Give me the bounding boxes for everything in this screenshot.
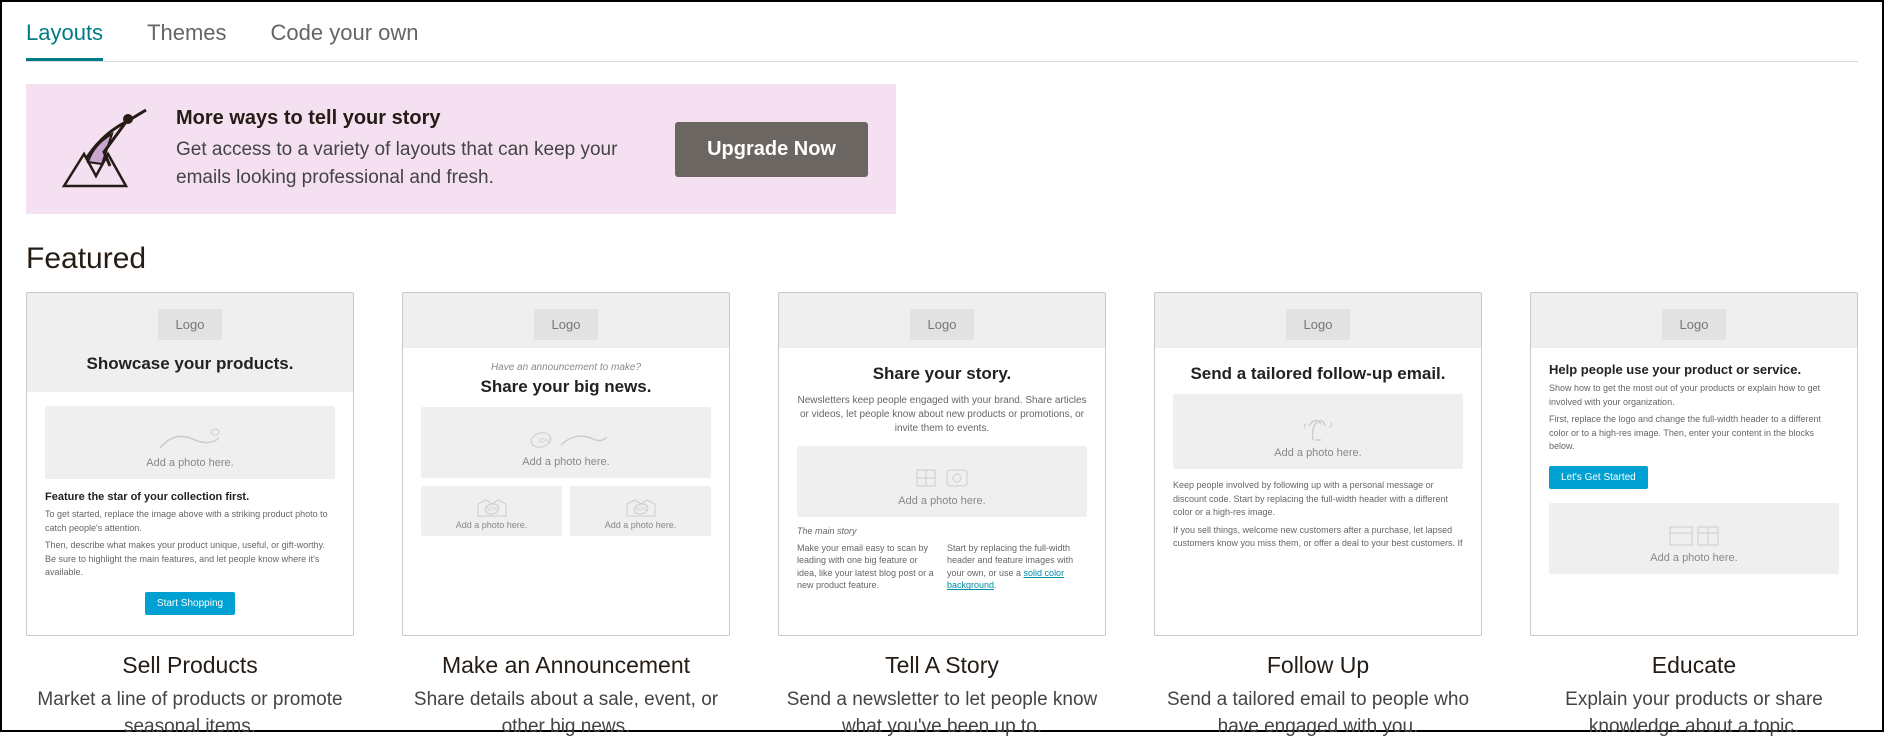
logo-placeholder: Logo [1286,309,1351,340]
thumb-sub: Newsletters keep people engaged with you… [797,394,1087,436]
layout-card-make-announcement: Logo Have an announcement to make? Share… [402,292,730,740]
tab-themes[interactable]: Themes [147,14,226,61]
thumb-p2: Then, describe what makes your product u… [45,539,335,580]
logo-placeholder: Logo [910,309,975,340]
thumb-col-head: The main story [797,525,937,538]
image-placeholder: Add a photo here. [797,446,1087,517]
tabs-bar: Layouts Themes Code your own [26,14,1858,62]
layout-card-sell-products: Logo Showcase your products. Add a photo… [26,292,354,740]
banner-title: More ways to tell your story [176,107,653,130]
card-title: Make an Announcement [402,652,730,679]
logo-placeholder: Logo [534,309,599,340]
hero-illustration [54,104,154,194]
thumb-p1: To get started, replace the image above … [45,508,335,535]
svg-text:50%: 50% [486,507,499,513]
image-placeholder: 50% Add a photo here. [421,486,562,536]
layout-card-tell-a-story: Logo Share your story. Newsletters keep … [778,292,1106,740]
layout-thumb-educate[interactable]: Logo Help people use your product or ser… [1530,292,1858,636]
layout-thumb-tell-a-story[interactable]: Logo Share your story. Newsletters keep … [778,292,1106,636]
thumb-headline: Help people use your product or service. [1549,362,1839,377]
logo-placeholder: Logo [1662,309,1727,340]
card-desc: Market a line of products or promote sea… [26,687,354,740]
card-title: Tell A Story [778,652,1106,679]
thumb-eyebrow: Have an announcement to make? [421,362,711,373]
card-desc: Share details about a sale, event, or ot… [402,687,730,740]
layout-cards: Logo Showcase your products. Add a photo… [26,292,1858,740]
thumb-headline: Showcase your products. [43,354,337,374]
image-placeholder: Add a photo here. [45,406,335,479]
card-desc: Explain your products or share knowledge… [1530,687,1858,740]
layout-thumb-make-announcement[interactable]: Logo Have an announcement to make? Share… [402,292,730,636]
thumb-p2: If you sell things, welcome new customer… [1173,524,1463,551]
layout-card-follow-up: Logo Send a tailored follow-up email. Ad… [1154,292,1482,740]
thumb-p1: Keep people involved by following up wit… [1173,479,1463,520]
upgrade-now-button[interactable]: Upgrade Now [675,122,868,177]
svg-text:50%: 50% [635,507,648,513]
thumb-headline: Send a tailored follow-up email. [1173,364,1463,384]
card-desc: Send a newsletter to let people know wha… [778,687,1106,740]
layout-thumb-sell-products[interactable]: Logo Showcase your products. Add a photo… [26,292,354,636]
card-title: Sell Products [26,652,354,679]
section-heading-featured: Featured [26,242,1858,276]
start-shopping-button: Start Shopping [145,592,235,615]
card-title: Follow Up [1154,652,1482,679]
tab-layouts[interactable]: Layouts [26,14,103,61]
thumb-sub-bold: Feature the star of your collection firs… [45,491,335,503]
layout-thumb-follow-up[interactable]: Logo Send a tailored follow-up email. Ad… [1154,292,1482,636]
thumb-p2: First, replace the logo and change the f… [1549,413,1839,454]
card-desc: Send a tailored email to people who have… [1154,687,1482,740]
image-placeholder: Add a photo here. [1549,503,1839,574]
logo-placeholder: Logo [158,309,223,340]
layout-card-educate: Logo Help people use your product or ser… [1530,292,1858,740]
thumb-headline: Share your story. [797,364,1087,384]
thumb-p1: Show how to get the most out of your pro… [1549,382,1839,409]
thumb-headline: Share your big news. [421,377,711,397]
lets-get-started-button: Let's Get Started [1549,466,1648,489]
svg-text:10%: 10% [537,438,551,445]
upgrade-banner: More ways to tell your story Get access … [26,84,896,214]
image-placeholder: 10% Add a photo here. [421,407,711,478]
image-placeholder: 50% Add a photo here. [570,486,711,536]
image-placeholder: Add a photo here. [1173,394,1463,469]
banner-body: Get access to a variety of layouts that … [176,136,653,191]
tab-code-your-own[interactable]: Code your own [271,14,419,61]
card-title: Educate [1530,652,1858,679]
thumb-col1: Make your email easy to scan by leading … [797,543,934,591]
